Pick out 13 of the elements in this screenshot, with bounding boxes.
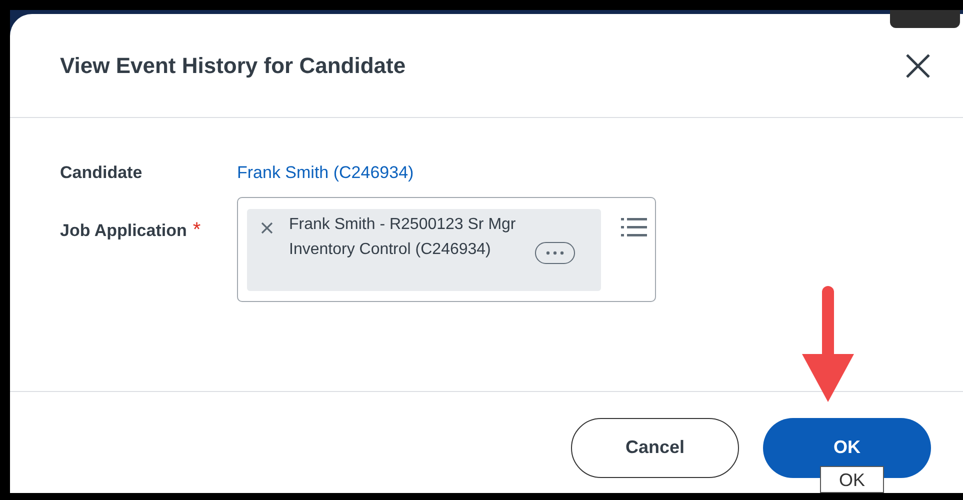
dialog-title: View Event History for Candidate: [60, 52, 406, 80]
candidate-link[interactable]: Frank Smith (C246934): [237, 150, 414, 186]
list-icon[interactable]: [621, 216, 647, 236]
more-icon[interactable]: [535, 242, 575, 264]
remove-icon[interactable]: [261, 222, 273, 234]
cancel-button[interactable]: Cancel: [571, 418, 739, 478]
tooltip: OK: [820, 466, 884, 493]
field-label: Candidate: [60, 162, 142, 184]
chip-text: Frank Smith - R2500123 Sr Mgr Inventory Control (C246934): [289, 214, 517, 260]
field-label: Job Application: [60, 220, 187, 242]
multiselect-field[interactable]: Frank Smith - R2500123 Sr Mgr Inventory Control (C246934): [237, 196, 656, 302]
required-icon: *: [192, 220, 201, 240]
tab-handle: [890, 10, 960, 28]
